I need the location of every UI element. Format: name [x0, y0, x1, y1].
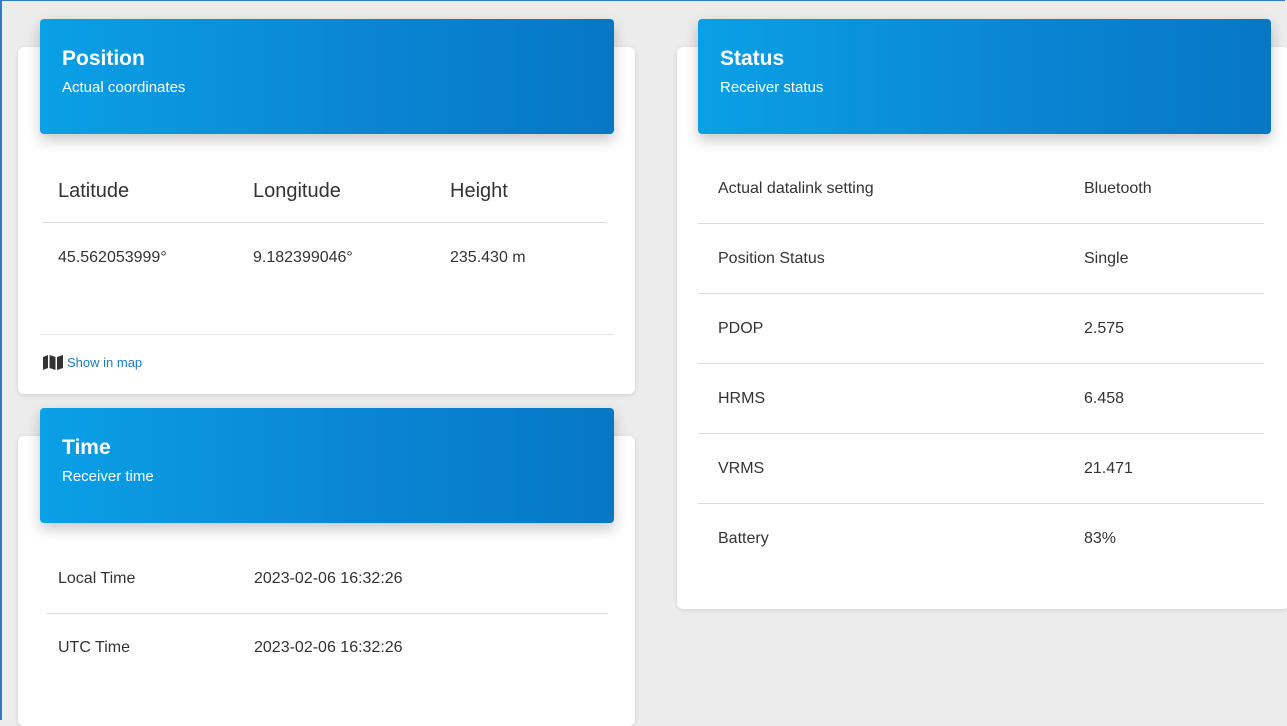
position-status-value: Single: [1084, 249, 1129, 267]
status-subtitle: Receiver status: [720, 79, 824, 96]
map-icon: [43, 355, 63, 370]
latitude-header: Latitude: [58, 179, 130, 202]
status-row-hrms: HRMS 6.458: [698, 363, 1264, 433]
status-row-pdop: PDOP 2.575: [698, 293, 1264, 363]
time-row-local: Local Time 2023-02-06 16:32:26: [46, 545, 608, 613]
status-card-header: Status Receiver status: [698, 19, 1271, 134]
position-table-row: 45.562053999° 9.182399046° 235.430 m: [42, 223, 607, 293]
position-status-label: Position Status: [718, 249, 825, 267]
vrms-value: 21.471: [1084, 459, 1133, 477]
battery-label: Battery: [718, 529, 769, 547]
vrms-label: VRMS: [718, 459, 765, 477]
status-row-position-status: Position Status Single: [698, 223, 1264, 293]
position-subtitle: Actual coordinates: [62, 79, 186, 96]
time-subtitle: Receiver time: [62, 468, 154, 485]
show-in-map-link[interactable]: Show in map: [43, 355, 142, 370]
datalink-label: Actual datalink setting: [718, 179, 874, 197]
position-table-header: Latitude Longitude Height: [42, 160, 607, 223]
local-time-value: 2023-02-06 16:32:26: [254, 570, 403, 587]
datalink-value: Bluetooth: [1084, 179, 1152, 197]
divider: [40, 334, 614, 335]
hrms-label: HRMS: [718, 389, 766, 407]
longitude-value: 9.182399046°: [253, 249, 353, 266]
status-row-datalink: Actual datalink setting Bluetooth: [698, 154, 1264, 223]
show-in-map-label: Show in map: [67, 355, 143, 370]
latitude-value: 45.562053999°: [58, 249, 167, 266]
time-row-utc: UTC Time 2023-02-06 16:32:26: [46, 613, 608, 682]
battery-value: 83%: [1084, 529, 1117, 547]
hrms-value: 6.458: [1084, 389, 1125, 407]
height-value: 235.430 m: [450, 249, 526, 266]
status-row-battery: Battery 83%: [698, 503, 1264, 573]
status-row-vrms: VRMS 21.471: [698, 433, 1264, 503]
longitude-header: Longitude: [253, 179, 341, 202]
pdop-label: PDOP: [718, 319, 764, 337]
time-title: Time: [62, 436, 111, 459]
utc-time-value: 2023-02-06 16:32:26: [254, 639, 403, 656]
position-title: Position: [62, 47, 145, 70]
height-header: Height: [450, 179, 508, 202]
local-time-label: Local Time: [58, 570, 136, 587]
pdop-value: 2.575: [1084, 319, 1125, 337]
time-table: Local Time 2023-02-06 16:32:26 UTC Time …: [46, 545, 608, 682]
position-table: Latitude Longitude Height 45.562053999° …: [42, 160, 607, 293]
status-title: Status: [720, 47, 785, 70]
status-table: Actual datalink setting Bluetooth Positi…: [698, 154, 1264, 573]
utc-time-label: UTC Time: [58, 639, 130, 656]
time-card-header: Time Receiver time: [40, 408, 614, 523]
position-card-header: Position Actual coordinates: [40, 19, 614, 134]
